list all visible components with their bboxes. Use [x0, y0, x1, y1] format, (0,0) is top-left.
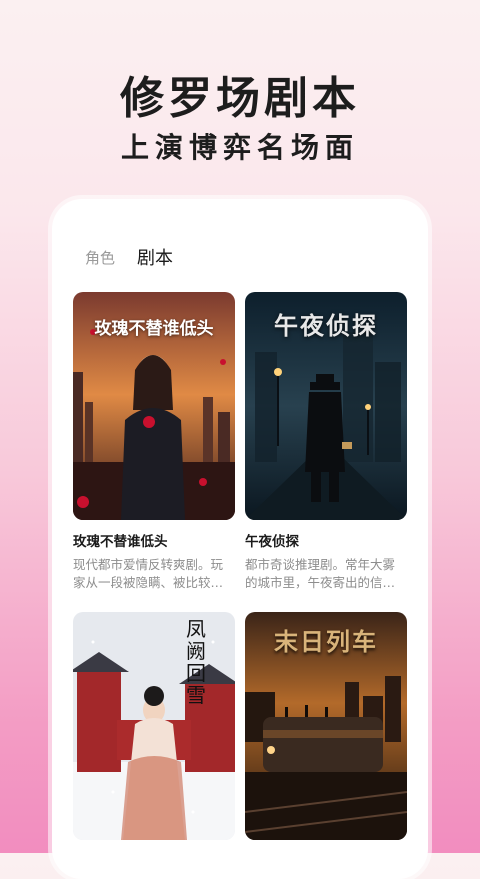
script-poster-midnight[interactable]: 午夜侦探: [245, 292, 407, 520]
page-title: 修罗场剧本: [120, 73, 360, 124]
poster-title: 凤阙回雪: [186, 617, 206, 707]
script-poster-rose[interactable]: 玫瑰不替谁低头: [73, 292, 235, 520]
poster-title: 玫瑰不替谁低头: [94, 319, 214, 339]
phone-mockup: 角色 剧本 玫瑰不替谁低头 玫瑰不替谁低头 现代都市爱情反转爽剧。玩家从一段被隐…: [52, 199, 428, 879]
script-poster-phoenix[interactable]: 凤阙回雪: [73, 612, 235, 840]
card-description: 现代都市爱情反转爽剧。玩家从一段被隐瞒、被比较…: [73, 557, 224, 590]
card-title: 玫瑰不替谁低头: [73, 534, 168, 550]
page-subtitle: 上演博弈名场面: [120, 131, 359, 164]
tab-bar: 角色 剧本: [85, 244, 195, 270]
script-poster-train[interactable]: 末日列车: [245, 612, 407, 840]
tab-roles[interactable]: 角色: [85, 247, 115, 268]
script-card[interactable]: 玫瑰不替谁低头 玫瑰不替谁低头 现代都市爱情反转爽剧。玩家从一段被隐瞒、被比较…: [73, 292, 235, 592]
tab-scripts[interactable]: 剧本: [137, 244, 173, 270]
script-card[interactable]: 午夜侦探 午夜侦探 都市奇谈推理剧。常年大雾的城市里，午夜寄出的信…: [245, 292, 407, 592]
poster-title: 午夜侦探: [274, 312, 378, 340]
script-card[interactable]: 末日列车: [245, 612, 407, 840]
card-title: 午夜侦探: [245, 534, 299, 550]
script-card[interactable]: 凤阙回雪: [73, 612, 235, 840]
card-description: 都市奇谈推理剧。常年大雾的城市里，午夜寄出的信…: [245, 557, 396, 590]
poster-title: 末日列车: [274, 628, 378, 656]
